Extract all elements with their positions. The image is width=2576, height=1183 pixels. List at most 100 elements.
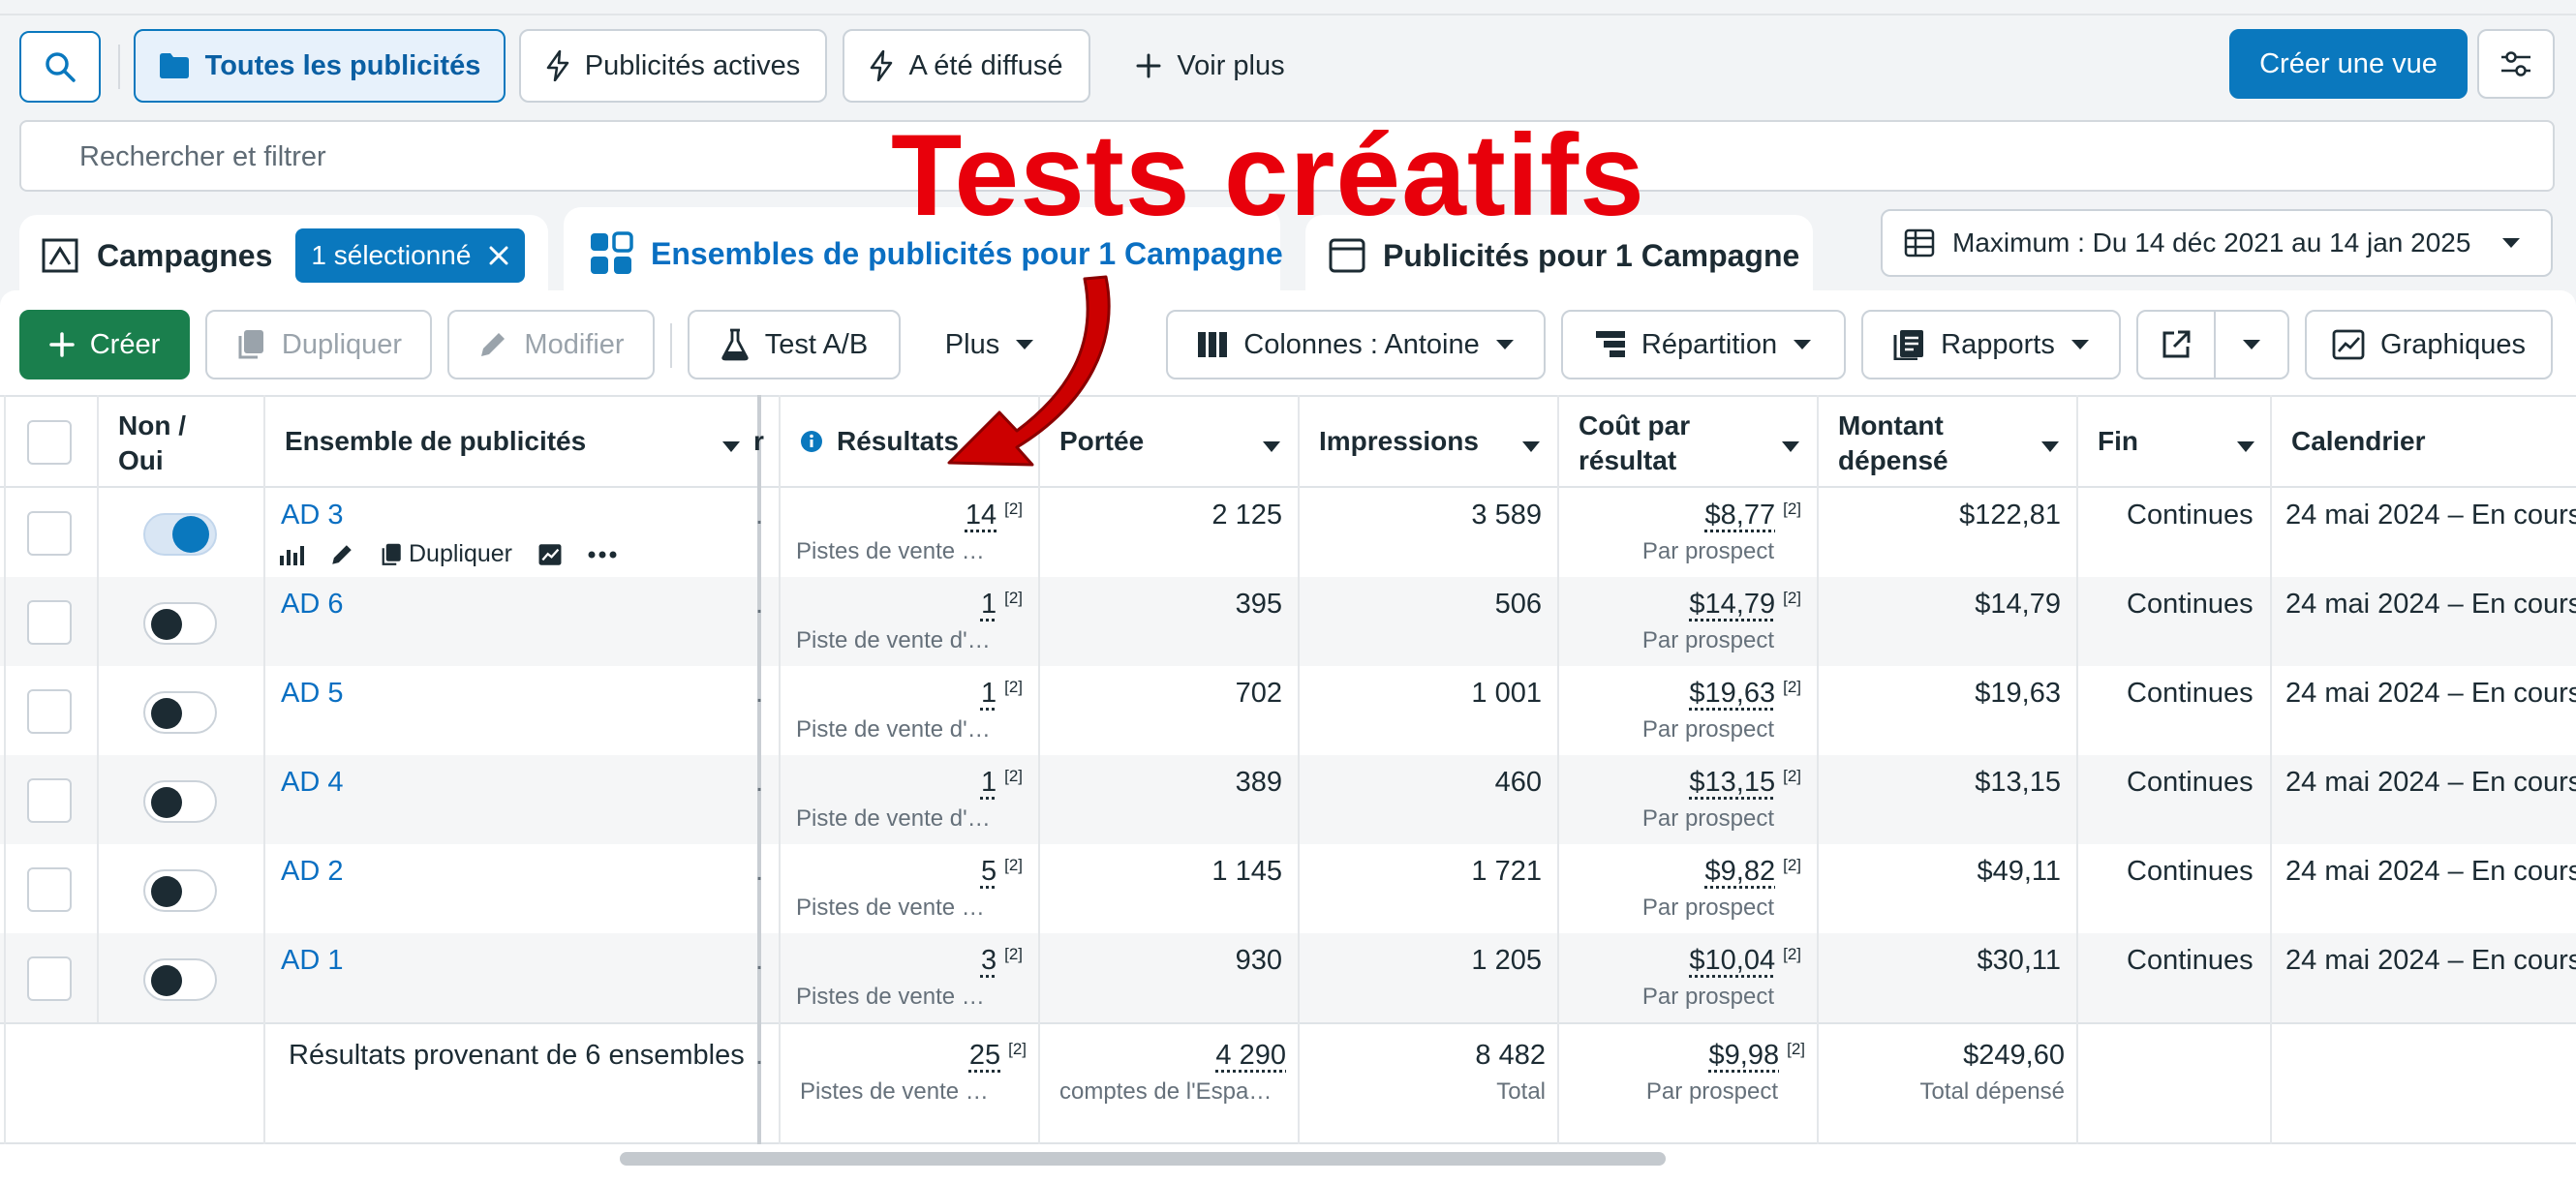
- cpr-value: $14,79 [2]: [1689, 589, 1801, 620]
- spent-value: $13,15: [1975, 767, 2061, 798]
- delivery-toggle[interactable]: [143, 869, 217, 912]
- header-amount-spent[interactable]: Montant dépensé: [1838, 409, 2032, 478]
- delivery-toggle[interactable]: [143, 513, 217, 556]
- tab-delivered[interactable]: A été diffusé: [843, 29, 1090, 103]
- row-checkbox[interactable]: [27, 689, 72, 734]
- impressions-value: 1 721: [1471, 856, 1542, 887]
- action-separator: [670, 323, 672, 368]
- see-more-button[interactable]: Voir plus: [1114, 29, 1307, 103]
- bar-chart-icon[interactable]: [279, 544, 304, 565]
- col-divider: [263, 395, 265, 1144]
- info-icon[interactable]: [800, 430, 823, 453]
- header-end[interactable]: Fin: [2098, 424, 2138, 459]
- filter-settings-button[interactable]: [2477, 29, 2555, 99]
- create-view-button[interactable]: Créer une vue: [2229, 29, 2468, 99]
- create-button[interactable]: Créer: [19, 310, 190, 379]
- totals-results: 25 [2]: [968, 1040, 1027, 1071]
- row-checkbox[interactable]: [27, 600, 72, 645]
- row-duplicate-action[interactable]: Dupliquer: [380, 540, 512, 568]
- cpr-value: $13,15 [2]: [1689, 767, 1801, 798]
- header-border: [0, 486, 2576, 488]
- cpr-value: $19,63 [2]: [1689, 678, 1801, 709]
- select-all-checkbox[interactable]: [27, 420, 72, 465]
- row-checkbox[interactable]: [27, 778, 72, 823]
- totals-cpr: $9,98 [2]: [1708, 1040, 1805, 1071]
- end-value: Continues: [2127, 945, 2254, 976]
- tab-all-ads[interactable]: Toutes les publicités: [134, 29, 506, 103]
- cpr-type: Par prospect: [1641, 538, 1774, 564]
- sort-caret-icon[interactable]: [1263, 441, 1280, 452]
- tab-active-ads[interactable]: Publicités actives: [519, 29, 827, 103]
- header-adset[interactable]: Ensemble de publicités: [285, 424, 586, 459]
- pencil-icon[interactable]: [329, 542, 354, 567]
- export-button[interactable]: [2136, 310, 2216, 379]
- spent-value: $122,81: [1959, 500, 2061, 531]
- close-icon[interactable]: [488, 245, 509, 266]
- reports-button[interactable]: Rapports: [1861, 310, 2121, 379]
- search-button[interactable]: [19, 31, 101, 103]
- duplicate-button[interactable]: Dupliquer: [205, 310, 432, 379]
- delivery-toggle[interactable]: [143, 958, 217, 1001]
- adset-name-link[interactable]: AD 4: [281, 767, 343, 799]
- impressions-value: 506: [1494, 589, 1542, 620]
- charts-button[interactable]: Graphiques: [2305, 310, 2553, 379]
- adsets-table: Non / Oui Ensemble de publicités r Résul…: [0, 395, 2576, 1144]
- delivery-toggle[interactable]: [143, 780, 217, 823]
- header-schedule[interactable]: Calendrier: [2291, 424, 2426, 459]
- impressions-value: 460: [1494, 767, 1542, 798]
- sort-caret-icon[interactable]: [2041, 441, 2059, 452]
- horizontal-scrollbar[interactable]: [620, 1152, 1666, 1166]
- see-more-label: Voir plus: [1177, 49, 1285, 81]
- ad-window-icon: [1329, 238, 1365, 273]
- sort-caret-icon[interactable]: [722, 441, 740, 452]
- row-checkbox[interactable]: [27, 956, 72, 1001]
- search-filter-placeholder: Rechercher et filtrer: [79, 141, 326, 172]
- campaign-flag-icon: [41, 237, 79, 274]
- tab-campaigns[interactable]: Campagnes 1 sélectionné: [19, 215, 548, 296]
- results-type: Pistes de vente …: [796, 538, 985, 564]
- schedule-value: 24 mai 2024 – En cours: [2285, 678, 2576, 709]
- delivery-toggle[interactable]: [143, 602, 217, 645]
- grid-icon: [589, 231, 633, 276]
- breakdown-button[interactable]: Répartition: [1561, 310, 1846, 379]
- chevron-down-icon: [2070, 339, 2090, 350]
- export-menu-button[interactable]: [2214, 310, 2289, 379]
- row-checkbox[interactable]: [27, 867, 72, 912]
- end-value: Continues: [2127, 500, 2254, 531]
- tab-active-ads-label: Publicités actives: [584, 49, 801, 81]
- trend-chart-icon[interactable]: [537, 542, 563, 567]
- sort-caret-icon[interactable]: [1522, 441, 1540, 452]
- cut-cell: .: [755, 767, 764, 798]
- adset-name-link[interactable]: AD 1: [281, 945, 343, 977]
- edit-label: Modifier: [524, 328, 625, 360]
- cpr-type: Par prospect: [1641, 895, 1774, 921]
- adset-name-link[interactable]: AD 3: [281, 500, 343, 531]
- search-icon: [44, 50, 77, 83]
- row-checkbox[interactable]: [27, 511, 72, 556]
- sort-caret-icon[interactable]: [2237, 441, 2254, 452]
- ab-test-button[interactable]: Test A/B: [688, 310, 901, 379]
- plus-icon: [48, 332, 75, 357]
- columns-icon: [1197, 331, 1228, 358]
- results-value: 5 [2]: [980, 856, 1023, 887]
- sort-caret-icon[interactable]: [1782, 441, 1799, 452]
- adset-name-link[interactable]: AD 2: [281, 856, 343, 888]
- export-icon: [2161, 329, 2192, 360]
- edit-button[interactable]: Modifier: [447, 310, 655, 379]
- table-border: [0, 395, 2576, 397]
- selected-badge[interactable]: 1 sélectionné: [295, 228, 526, 283]
- adset-name-link[interactable]: AD 6: [281, 589, 343, 621]
- adset-name-link[interactable]: AD 5: [281, 678, 343, 710]
- end-value: Continues: [2127, 767, 2254, 798]
- end-value: Continues: [2127, 678, 2254, 709]
- row-duplicate-label: Dupliquer: [409, 540, 513, 567]
- columns-button[interactable]: Colonnes : Antoine: [1166, 310, 1546, 379]
- more-options-icon[interactable]: [588, 551, 617, 559]
- columns-label: Colonnes : Antoine: [1243, 328, 1480, 360]
- header-cost-per-result[interactable]: Coût par résultat: [1579, 409, 1772, 478]
- tab-all-ads-label: Toutes les publicités: [204, 49, 481, 81]
- date-range-picker[interactable]: Maximum : Du 14 déc 2021 au 14 jan 2025: [1881, 209, 2553, 277]
- header-impressions[interactable]: Impressions: [1319, 424, 1479, 459]
- delivery-toggle[interactable]: [143, 691, 217, 734]
- chevron-down-icon: [2501, 237, 2521, 249]
